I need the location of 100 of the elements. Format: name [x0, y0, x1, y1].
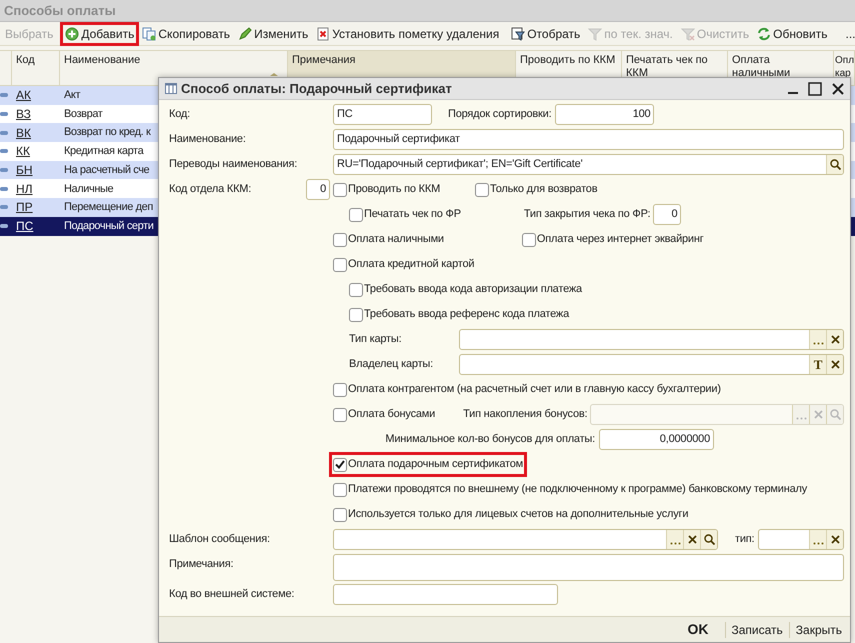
input-field[interactable]: 0 [653, 204, 682, 225]
toolbar-button[interactable]: Обновить [754, 24, 830, 44]
checkbox-label: Используется только для лицевых счетов на дополнительные услуги [348, 507, 688, 522]
checkbox[interactable] [333, 258, 347, 272]
refresh-icon [757, 26, 772, 40]
filter-icon [511, 26, 526, 40]
code-link[interactable]: ПР [16, 200, 33, 214]
column-header[interactable]: Код [12, 51, 60, 85]
field-label: Владелец карты: [349, 357, 434, 372]
code-link[interactable]: ВЗ [16, 107, 31, 122]
plus-circle-icon [65, 26, 80, 40]
minimize-icon [788, 92, 798, 94]
toolbar-button[interactable]: Скопировать [139, 24, 234, 44]
checkbox-label: Проводить по ККМ [348, 182, 440, 198]
input-field[interactable] [333, 529, 718, 550]
field-label: Код отдела ККМ: [169, 182, 252, 198]
table-cell: Подарочный серти [64, 220, 154, 232]
checkbox[interactable] [333, 232, 347, 246]
search-icon [830, 409, 840, 420]
copy-document-icon [142, 26, 156, 40]
checkbox[interactable] [349, 208, 363, 222]
table-cell: Акт [64, 89, 80, 102]
checkbox[interactable] [333, 458, 347, 472]
table-cell: Возврат [64, 108, 102, 120]
maximize-icon [808, 82, 822, 96]
dots-icon [796, 417, 806, 420]
input-field[interactable]: 0,0000000 [599, 429, 714, 450]
dialog-button[interactable]: Закрыть [790, 618, 848, 640]
input-field[interactable]: 0 [306, 179, 330, 200]
checkbox[interactable] [349, 308, 363, 322]
clear-icon [814, 410, 822, 419]
input-field[interactable]: T [459, 354, 844, 375]
checkbox-label: Требовать ввода референс кода платежа [364, 307, 569, 322]
field-label: Порядок сортировки: [448, 107, 552, 122]
code-link[interactable]: ВК [16, 126, 31, 140]
clear-icon [688, 535, 696, 544]
input-field[interactable] [758, 529, 844, 550]
checkbox-label: Требовать ввода кода авторизации платежа [364, 282, 582, 298]
checkbox-label: Печатать чек по ФР [364, 207, 461, 222]
dots-icon [670, 542, 680, 545]
funnel-cross-icon [680, 26, 695, 40]
dialog-button[interactable]: OK [682, 618, 714, 640]
field-label: Тип закрытия чека по ФР: [524, 207, 650, 222]
field-label: Шаблон сообщения: [169, 532, 271, 548]
checkbox-label: Оплата кредитной картой [348, 257, 474, 272]
code-link[interactable]: АК [16, 88, 31, 102]
table-grid-icon [165, 83, 177, 94]
table-cell: На расчетный сче [64, 164, 150, 176]
checkbox-label: Оплата контрагентом (на расчетный счет или в главную кассу бухгалтерии) [348, 382, 721, 398]
table-cell: Кредитная карта [64, 145, 144, 158]
checkbox-label: Платежи проводятся по внешнему (не подключенному к программе) банковскому терминалу [348, 482, 808, 498]
field-label: Наименование: [169, 132, 247, 148]
field-label: тип: [735, 532, 754, 548]
field-label: Примечания: [169, 557, 234, 572]
field-label: Минимальное кол-во бонусов для оплаты: [384, 432, 596, 448]
checkbox[interactable] [333, 508, 347, 522]
checkbox-label: Оплата бонусами [348, 407, 436, 422]
toolbar-button[interactable]: Установить пометку удаления [313, 24, 502, 44]
toolbar-button[interactable]: ... [842, 24, 855, 44]
checkmark-icon [335, 460, 345, 469]
checkbox[interactable] [475, 182, 490, 196]
toolbar-button[interactable]: Отобрать [508, 24, 584, 44]
checkbox[interactable] [333, 382, 347, 396]
checkbox[interactable] [522, 232, 536, 246]
search-icon [830, 159, 840, 170]
checkbox-label: Оплата подарочным сертификатом [348, 457, 523, 472]
checkbox[interactable] [349, 282, 363, 296]
dialog-button[interactable]: Записать [726, 618, 789, 640]
clear-icon [830, 535, 840, 544]
text-edit-button[interactable]: T [810, 355, 826, 374]
checkbox[interactable] [333, 182, 347, 196]
window-title: Способы оплаты [4, 2, 116, 20]
pencil-icon [238, 26, 252, 40]
input-field[interactable]: 100 [555, 104, 654, 125]
input-field[interactable]: RU='Подарочный сертификат'; EN='Gift Certificate' [333, 154, 844, 175]
search-icon [704, 534, 714, 545]
dots-icon [812, 342, 824, 345]
checkbox-label: Оплата через интернет эквайринг [536, 232, 704, 248]
input-field[interactable] [333, 584, 558, 605]
toolbar-button[interactable]: Добавить [62, 24, 138, 44]
checkbox-label: Только для возвратов [490, 182, 598, 198]
toolbar-button[interactable]: Изменить [235, 24, 312, 44]
clear-icon [830, 335, 840, 344]
field-label: Переводы наименования: [169, 157, 298, 172]
code-link[interactable]: КК [16, 144, 30, 158]
input-field[interactable]: Подарочный сертификат [333, 129, 844, 150]
input-field[interactable]: ПС [333, 104, 432, 125]
input-field[interactable] [333, 554, 844, 580]
input-field[interactable] [459, 329, 844, 350]
code-link[interactable]: ПС [16, 219, 34, 234]
table-cell: Перемещение деп [64, 201, 153, 214]
field-label: Тип карты: [349, 332, 402, 348]
field-label: Код во внешней системе: [169, 587, 296, 602]
close-icon [832, 82, 844, 94]
field-label: Тип накопления бонусов: [463, 407, 588, 422]
checkbox[interactable] [333, 482, 347, 496]
code-link[interactable]: НЛ [16, 182, 33, 196]
code-link[interactable]: БН [16, 163, 33, 178]
funnel-icon [588, 26, 602, 40]
dots-icon [812, 542, 824, 545]
